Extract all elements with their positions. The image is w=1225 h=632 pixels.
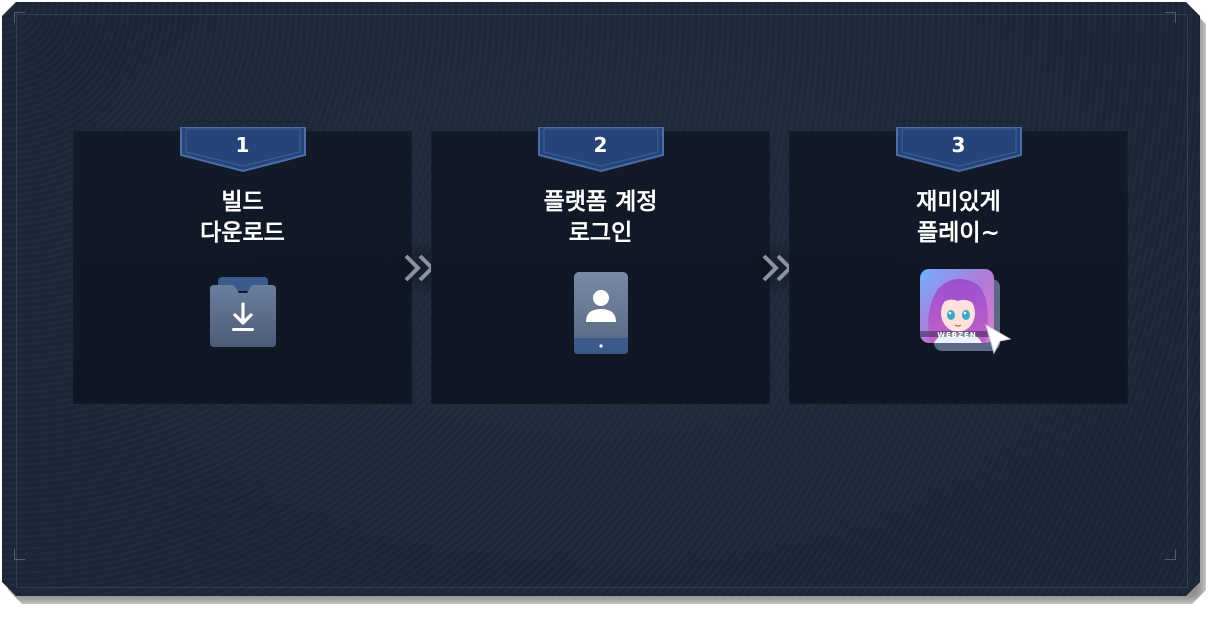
step-number: 2 (593, 133, 608, 157)
app-icon-logo-text: WEBZEN (937, 331, 977, 339)
step-badge: 1 (179, 127, 306, 173)
step-card-3: 3 재미있게 플레이~ WEBZEN (789, 127, 1128, 404)
download-icon (208, 277, 278, 353)
game-app-icon: WEBZEN (920, 269, 1014, 365)
step-title-line: 재미있게 (916, 189, 1001, 215)
step-number: 1 (235, 133, 250, 157)
step-card-1: 1 빌드 다운로드 (73, 127, 412, 404)
step-title-line: 로그인 (568, 220, 633, 246)
step-card-2: 2 플랫폼 계정 로그인 (431, 127, 770, 404)
step-number: 3 (951, 133, 966, 157)
step-title-line: 플랫폼 계정 (543, 189, 658, 215)
corner-ornament (14, 12, 25, 23)
corner-ornament (1165, 12, 1176, 23)
step-title: 플랫폼 계정 로그인 (431, 187, 770, 249)
account-phone-icon (574, 272, 628, 358)
step-title: 재미있게 플레이~ (789, 187, 1128, 249)
step-badge: 3 (895, 127, 1022, 173)
step-badge: 2 (537, 127, 664, 173)
step-title-line: 플레이~ (917, 220, 1000, 246)
corner-ornament (1165, 549, 1176, 560)
step-title-line: 빌드 (221, 189, 264, 215)
step-title: 빌드 다운로드 (73, 187, 412, 249)
corner-ornament (14, 549, 25, 560)
step-title-line: 다운로드 (200, 220, 285, 246)
